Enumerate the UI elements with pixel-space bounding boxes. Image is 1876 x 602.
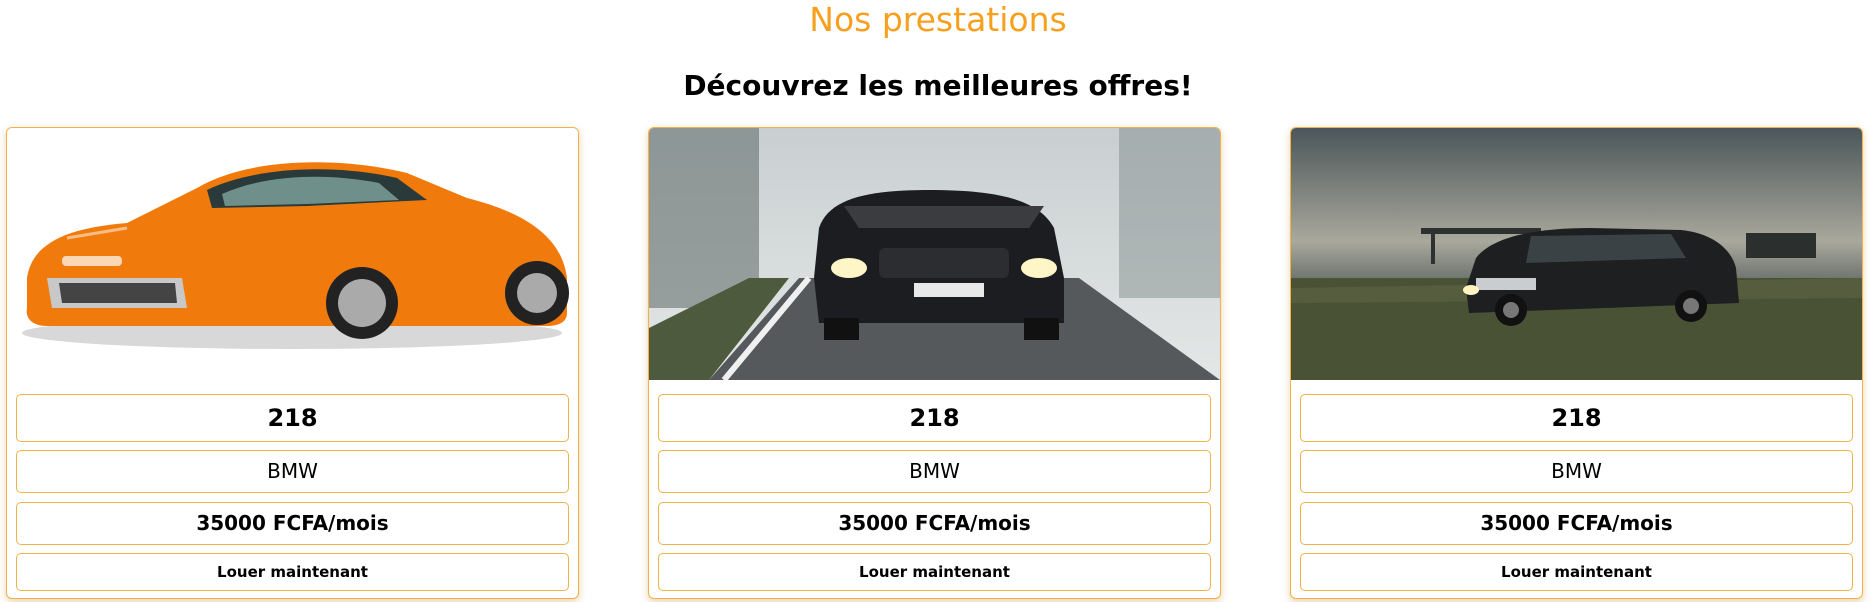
offer-card: 218 BMW 35000 FCFA/mois Louer maintenant	[6, 127, 579, 599]
car-brand: BMW	[16, 450, 569, 493]
car-image-suv-foggy-road	[649, 128, 1220, 380]
offer-card: 218 BMW 35000 FCFA/mois Louer maintenant	[1290, 127, 1863, 599]
offer-card: 218 BMW 35000 FCFA/mois Louer maintenant	[648, 127, 1221, 599]
car-model: 218	[16, 394, 569, 442]
rent-now-button[interactable]: Louer maintenant	[1300, 553, 1853, 591]
car-brand: BMW	[658, 450, 1211, 493]
car-image-orange-coupe	[7, 128, 578, 380]
rent-now-button[interactable]: Louer maintenant	[16, 553, 569, 591]
car-model: 218	[1300, 394, 1853, 442]
car-model: 218	[658, 394, 1211, 442]
section-subtitle: Découvrez les meilleures offres!	[683, 69, 1193, 102]
car-brand: BMW	[1300, 450, 1853, 493]
car-price: 35000 FCFA/mois	[16, 502, 569, 545]
rent-now-button[interactable]: Louer maintenant	[658, 553, 1211, 591]
section-title: Nos prestations	[809, 0, 1067, 39]
car-price: 35000 FCFA/mois	[658, 502, 1211, 545]
car-image-suv-in-field	[1291, 128, 1862, 380]
car-price: 35000 FCFA/mois	[1300, 502, 1853, 545]
